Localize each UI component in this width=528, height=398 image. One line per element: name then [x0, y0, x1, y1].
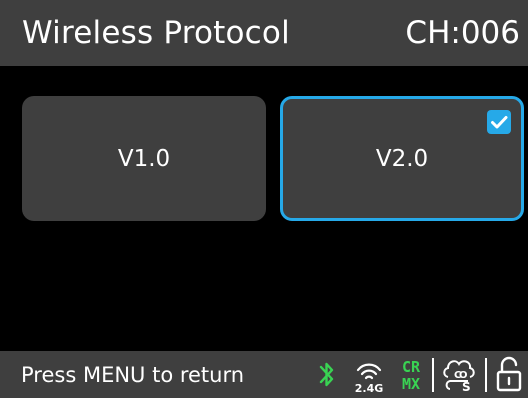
divider [485, 358, 487, 392]
svg-text:S: S [462, 380, 471, 394]
option-v1-button[interactable]: V1.0 [22, 96, 266, 221]
wireless-label: 2.4G [355, 382, 384, 395]
crmx-line1: CR [402, 358, 421, 376]
unlocked-icon [494, 351, 524, 398]
wireless-2.4g-icon: 2.4G [352, 351, 386, 398]
screen: Wireless Protocol CH:006 V1.0 V2.0 Press… [0, 0, 528, 398]
checkbox-checked-icon [487, 110, 511, 134]
channel-indicator: CH:006 [405, 15, 520, 51]
bluetooth-icon [317, 351, 337, 398]
footer-hint: Press MENU to return [21, 363, 245, 387]
option-v2-button[interactable]: V2.0 [280, 96, 524, 221]
crmx-icon: CR MX [396, 351, 426, 398]
footer-bar: Press MENU to return 2.4G CR MX C O S [0, 351, 528, 398]
crmx-line2: MX [402, 375, 420, 393]
option-v1-label: V1.0 [117, 145, 171, 172]
page-title: Wireless Protocol [22, 15, 290, 51]
header-bar: Wireless Protocol CH:006 [0, 0, 528, 66]
option-v2-label: V2.0 [375, 145, 429, 172]
cos-icon: C O S [440, 351, 478, 398]
divider [432, 358, 434, 392]
